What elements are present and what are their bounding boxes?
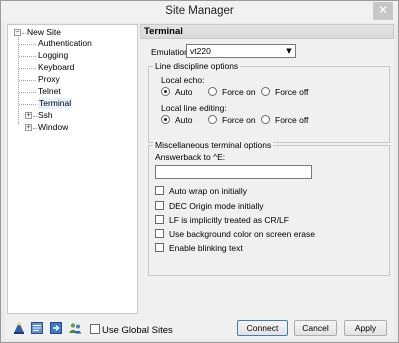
tree-item-label: Terminal xyxy=(38,98,73,109)
tree-connector xyxy=(19,56,36,57)
lf-crlf-checkbox[interactable] xyxy=(155,215,164,224)
auto-wrap-checkbox[interactable] xyxy=(155,186,164,195)
local-echo-force-on-radio[interactable] xyxy=(208,87,217,96)
tree-connector xyxy=(19,44,36,45)
bg-color-erase-label[interactable]: Use background color on screen erase xyxy=(169,229,315,239)
expand-toggle-icon[interactable]: + xyxy=(25,124,32,131)
collapse-toggle-icon[interactable]: − xyxy=(14,29,21,36)
tree-item-label: New Site xyxy=(27,27,62,37)
tree-connector xyxy=(33,116,37,117)
dec-origin-checkbox[interactable] xyxy=(155,201,164,210)
use-global-sites-label[interactable]: Use Global Sites xyxy=(102,325,173,336)
line-discipline-title: Line discipline options xyxy=(153,61,241,71)
use-global-sites-checkbox[interactable] xyxy=(90,324,100,334)
site-tree[interactable]: − New Site Authentication Logging Keyboa… xyxy=(7,24,138,314)
local-echo-auto-label[interactable]: Auto xyxy=(175,87,193,97)
bg-color-erase-checkbox[interactable] xyxy=(155,229,164,238)
wizard-icon[interactable] xyxy=(12,321,26,335)
tree-connector xyxy=(19,92,36,93)
tree-item-label: Authentication xyxy=(38,38,92,48)
tree-connector xyxy=(19,80,36,81)
expand-toggle-icon[interactable]: + xyxy=(25,112,32,119)
answerback-input[interactable] xyxy=(155,165,312,179)
connect-button[interactable]: Connect xyxy=(237,320,288,336)
local-echo-label: Local echo: xyxy=(161,75,205,85)
local-echo-force-on-label[interactable]: Force on xyxy=(222,87,256,97)
blinking-text-label[interactable]: Enable blinking text xyxy=(169,243,243,253)
blinking-text-checkbox[interactable] xyxy=(155,243,164,252)
local-echo-auto-radio[interactable] xyxy=(161,87,170,96)
panel-title: Terminal xyxy=(140,24,394,39)
title-bar[interactable]: Site Manager ✕ xyxy=(1,1,398,23)
line-editing-auto-radio[interactable] xyxy=(161,115,170,124)
tree-connector xyxy=(19,104,36,105)
tree-item-label: Keyboard xyxy=(38,62,75,72)
answerback-label: Answerback to ^E: xyxy=(155,152,226,162)
notes-icon[interactable] xyxy=(30,321,44,335)
people-icon[interactable] xyxy=(68,321,82,335)
tree-connector xyxy=(19,68,36,69)
apply-button[interactable]: Apply xyxy=(344,320,387,336)
local-echo-force-off-radio[interactable] xyxy=(261,87,270,96)
tree-connector xyxy=(22,33,26,34)
line-editing-force-on-radio[interactable] xyxy=(208,115,217,124)
tree-item-label: Window xyxy=(38,122,69,132)
dec-origin-label[interactable]: DEC Origin mode initially xyxy=(169,201,263,211)
tree-item-label: Telnet xyxy=(38,86,61,96)
emulation-value: vt220 xyxy=(190,46,211,56)
auto-wrap-label[interactable]: Auto wrap on initially xyxy=(169,186,247,196)
line-editing-force-off-label[interactable]: Force off xyxy=(275,115,308,125)
window-title: Site Manager xyxy=(165,5,234,17)
dialog-client: − New Site Authentication Logging Keyboa… xyxy=(5,24,394,339)
emulation-select[interactable]: vt220 ▼ xyxy=(186,44,296,58)
misc-options-title: Miscellaneous terminal options xyxy=(153,140,274,150)
line-editing-force-off-radio[interactable] xyxy=(261,115,270,124)
chevron-down-icon[interactable]: ▼ xyxy=(284,46,294,56)
tree-item-label: Logging xyxy=(38,50,69,60)
tree-item-label: Ssh xyxy=(38,110,53,120)
tree-connector xyxy=(33,128,37,129)
site-manager-window: Site Manager ✕ − New Site Authentication… xyxy=(0,0,399,343)
line-editing-auto-label[interactable]: Auto xyxy=(175,115,193,125)
import-icon[interactable] xyxy=(49,321,63,335)
tree-item-label: Proxy xyxy=(38,74,60,84)
local-line-editing-label: Local line editing: xyxy=(161,103,227,113)
cancel-button[interactable]: Cancel xyxy=(294,320,337,336)
line-editing-force-on-label[interactable]: Force on xyxy=(222,115,256,125)
close-button[interactable]: ✕ xyxy=(373,2,393,20)
lf-crlf-label[interactable]: LF is implicitly treated as CR/LF xyxy=(169,215,289,225)
local-echo-force-off-label[interactable]: Force off xyxy=(275,87,308,97)
